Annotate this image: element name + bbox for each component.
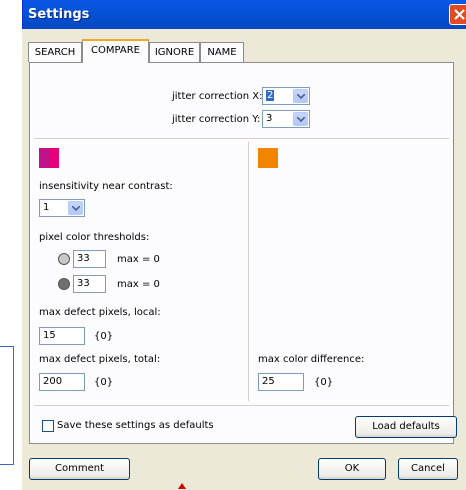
save-defaults-label: Save these settings as defaults [57, 420, 214, 431]
tab-ignore-label: IGNORE [154, 47, 195, 58]
source-color-swatch [39, 148, 49, 168]
insensitivity-label: insensitivity near contrast: [39, 181, 173, 192]
total-defect-label: max defect pixels, total: [39, 354, 161, 365]
color-diff-suffix: {0} [314, 377, 334, 388]
jitter-x-select[interactable]: 2 [262, 87, 310, 105]
threshold-1-radio[interactable] [58, 253, 70, 265]
load-defaults-button[interactable]: Load defaults [355, 416, 457, 438]
tab-search-label: SEARCH [34, 47, 76, 58]
jitter-y-value: 3 [266, 113, 273, 124]
threshold-1-max: max = 0 [117, 254, 160, 265]
local-defect-input[interactable]: 15 [39, 327, 85, 345]
chevron-down-icon [72, 206, 80, 211]
jitter-y-label: jitter correction Y: [172, 114, 261, 125]
threshold-1-input[interactable]: 33 [73, 250, 106, 268]
jitter-x-label: jitter correction X: [172, 91, 263, 102]
total-defect-suffix: {0} [94, 377, 114, 388]
insensitivity-select[interactable]: 1 [39, 199, 85, 217]
settings-dialog: Settings SEARCH COMPARE IGNORE NAME jitt… [22, 0, 466, 490]
tab-name-label: NAME [207, 47, 237, 58]
tab-compare-label: COMPARE [91, 45, 140, 56]
tab-ignore[interactable]: IGNORE [149, 42, 200, 62]
color-diff-input[interactable]: 25 [258, 373, 304, 391]
background-window-edge [0, 346, 14, 465]
cancel-button[interactable]: Cancel [398, 458, 458, 480]
thresholds-label: pixel color thresholds: [39, 232, 150, 243]
chevron-down-icon [297, 94, 305, 99]
local-defect-suffix: {0} [94, 331, 114, 342]
threshold-2-radio[interactable] [58, 278, 70, 290]
color-swatch-orange [258, 148, 278, 168]
local-defect-label: max defect pixels, local: [39, 307, 161, 318]
threshold-2-max: max = 0 [117, 279, 160, 290]
insensitivity-dropdown-button[interactable] [68, 201, 83, 215]
section-divider-top [34, 138, 449, 139]
section-divider-bottom [34, 405, 449, 406]
threshold-2-input[interactable]: 33 [73, 275, 106, 293]
jitter-x-dropdown-button[interactable] [293, 89, 308, 103]
tab-name[interactable]: NAME [200, 42, 244, 62]
close-button[interactable] [449, 4, 466, 25]
pointer-marker-icon [178, 483, 186, 489]
title-bar[interactable]: Settings [22, 0, 466, 29]
jitter-y-dropdown-button[interactable] [293, 112, 308, 126]
ok-button[interactable]: OK [318, 458, 386, 480]
close-icon [454, 9, 465, 20]
chevron-down-icon [297, 117, 305, 122]
comment-button[interactable]: Comment [29, 458, 130, 480]
total-defect-input[interactable]: 200 [39, 373, 85, 391]
save-defaults-checkbox[interactable] [42, 420, 54, 432]
jitter-y-select[interactable]: 3 [262, 110, 310, 128]
column-divider [248, 142, 249, 401]
tab-search[interactable]: SEARCH [28, 42, 82, 62]
color-diff-label: max color difference: [258, 354, 365, 365]
tab-compare[interactable]: COMPARE [82, 39, 149, 63]
window-title: Settings [28, 7, 90, 22]
target-color-swatch [49, 148, 59, 168]
jitter-x-value: 2 [266, 90, 275, 101]
insensitivity-value: 1 [43, 202, 50, 213]
